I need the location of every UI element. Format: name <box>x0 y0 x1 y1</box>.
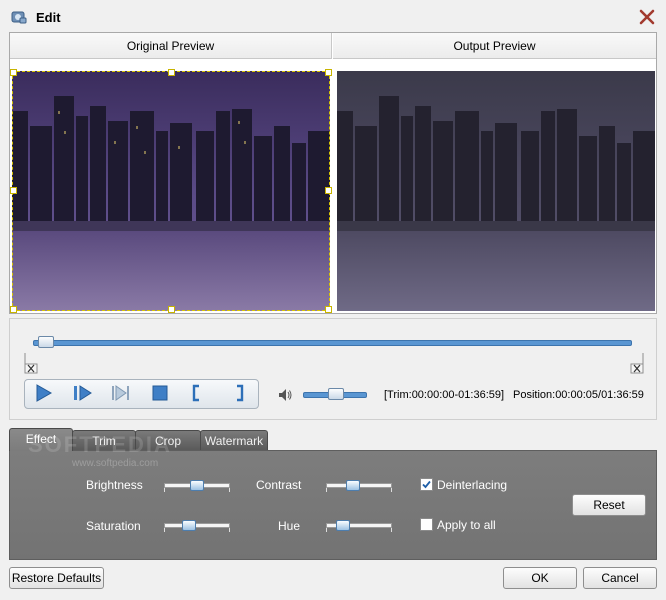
play-icon[interactable] <box>32 383 54 403</box>
restore-defaults-button[interactable]: Restore Defaults <box>9 567 104 589</box>
trim-end-scissor-icon[interactable] <box>630 352 644 374</box>
hue-slider-thumb[interactable] <box>336 520 351 531</box>
contrast-label: Contrast <box>256 478 302 492</box>
app-icon <box>11 11 27 24</box>
output-video-frame <box>337 71 655 311</box>
hue-label: Hue <box>278 519 301 533</box>
contrast-slider-thumb[interactable] <box>345 480 360 491</box>
step-forward-icon[interactable] <box>71 383 93 403</box>
progress-slider[interactable] <box>33 340 632 346</box>
position-text: Position:00:00:05/01:36:59 <box>513 389 644 401</box>
ok-button[interactable]: OK <box>503 567 577 589</box>
crop-handle[interactable] <box>168 306 175 313</box>
brightness-label: Brightness <box>86 478 143 492</box>
output-preview-header: Output Preview <box>333 33 656 59</box>
crop-handle[interactable] <box>10 69 17 76</box>
trim-range-text: [Trim:00:00:00-01:36:59] <box>384 389 505 401</box>
progress-slider-thumb[interactable] <box>37 336 54 348</box>
crop-handle[interactable] <box>325 306 332 313</box>
saturation-slider-thumb[interactable] <box>182 520 197 531</box>
trim-start-scissor-icon[interactable] <box>24 352 38 374</box>
stop-icon[interactable] <box>149 383 171 403</box>
volume-slider-thumb[interactable] <box>328 388 344 400</box>
window-title: Edit <box>36 10 61 25</box>
close-icon[interactable] <box>636 6 658 28</box>
cancel-button[interactable]: Cancel <box>583 567 657 589</box>
title-bar <box>0 0 666 32</box>
crop-handle[interactable] <box>10 187 17 194</box>
crop-handle[interactable] <box>168 69 175 76</box>
saturation-ticks <box>164 528 230 532</box>
mark-in-icon[interactable] <box>186 383 208 403</box>
apply-to-all-checkbox[interactable] <box>420 518 433 531</box>
crop-handle[interactable] <box>325 187 332 194</box>
deinterlacing-checkbox[interactable] <box>420 478 433 491</box>
checkmark-icon <box>422 480 431 489</box>
softpedia-watermark-url: www.softpedia.com <box>72 458 159 469</box>
tab-watermark[interactable]: Watermark <box>200 430 268 450</box>
crop-selection-box[interactable] <box>12 71 330 311</box>
next-frame-icon[interactable] <box>110 383 132 403</box>
mark-out-icon[interactable] <box>229 383 251 403</box>
playback-controls <box>24 379 259 409</box>
apply-to-all-label: Apply to all <box>437 518 496 532</box>
deinterlacing-label: Deinterlacing <box>437 478 508 492</box>
saturation-label: Saturation <box>86 519 141 533</box>
brightness-slider-thumb[interactable] <box>190 480 204 491</box>
softpedia-watermark: SOFTPEDIA <box>28 432 172 457</box>
crop-handle[interactable] <box>10 306 17 313</box>
crop-handle[interactable] <box>325 69 332 76</box>
volume-icon[interactable] <box>277 387 293 403</box>
reset-button[interactable]: Reset <box>572 494 646 516</box>
original-preview-header: Original Preview <box>10 33 332 59</box>
